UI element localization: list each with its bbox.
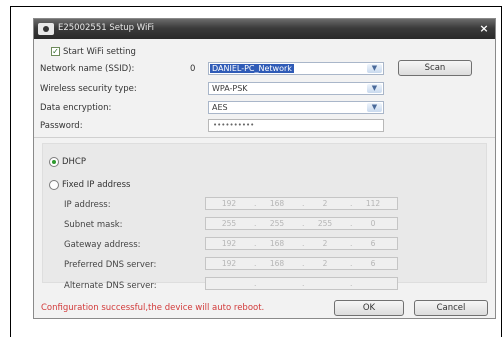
- encryption-select[interactable]: AES ▼: [208, 101, 384, 114]
- ip-octet: 255: [269, 219, 285, 228]
- start-wifi-checkbox[interactable]: ✓: [51, 47, 60, 56]
- chevron-down-icon[interactable]: ▼: [367, 103, 382, 112]
- start-wifi-label: Start WiFi setting: [63, 47, 136, 57]
- ip-address-label: IP address:: [64, 200, 111, 210]
- ip-octet: 168: [269, 239, 285, 248]
- ip-octet: 2: [322, 259, 328, 268]
- frame-top-border: [10, 6, 502, 7]
- network-name-select[interactable]: DANIEL-PC_Network ▼: [208, 62, 384, 75]
- ip-octet: 2: [322, 239, 328, 248]
- security-type-select[interactable]: WPA-PSK ▼: [208, 82, 384, 95]
- network-name-label: Network name (SSID):: [40, 64, 135, 74]
- ip-octet: 6: [370, 259, 376, 268]
- window-title: E25002551 Setup WiFi: [58, 23, 154, 33]
- chevron-down-icon[interactable]: ▼: [367, 84, 382, 93]
- encryption-label: Data encryption:: [40, 103, 112, 113]
- ip-octet: 168: [269, 199, 285, 208]
- close-icon[interactable]: ×: [477, 22, 491, 35]
- status-message: Configuration successful,the device will…: [41, 303, 265, 313]
- security-type-value: WPA-PSK: [212, 84, 248, 93]
- setup-wifi-dialog: E25002551 Setup WiFi × ✓ Start WiFi sett…: [33, 18, 496, 319]
- alternate-dns-field[interactable]: . . .: [205, 277, 398, 290]
- ip-address-field[interactable]: 192. 168. 2. 112: [205, 197, 398, 210]
- dhcp-label: DHCP: [62, 157, 86, 167]
- subnet-mask-label: Subnet mask:: [64, 220, 123, 230]
- ip-octet: 192: [221, 259, 237, 268]
- password-label: Password:: [40, 121, 83, 131]
- ip-octet: 2: [322, 199, 328, 208]
- ip-octet: 192: [221, 239, 237, 248]
- ip-octet: 255: [221, 219, 237, 228]
- ip-octet: 112: [365, 199, 381, 208]
- password-input[interactable]: ••••••••••: [208, 119, 384, 132]
- network-count: 0: [190, 64, 196, 74]
- frame-left-border: [10, 6, 11, 337]
- ip-octet: 168: [269, 259, 285, 268]
- fixed-ip-radio[interactable]: [49, 180, 59, 190]
- dhcp-radio[interactable]: [49, 157, 59, 167]
- ip-octet: 6: [370, 239, 376, 248]
- preferred-dns-label: Preferred DNS server:: [64, 260, 157, 270]
- encryption-value: AES: [212, 103, 228, 112]
- alternate-dns-label: Alternate DNS server:: [64, 281, 157, 291]
- fixed-ip-label: Fixed IP address: [62, 180, 131, 190]
- subnet-mask-field[interactable]: 255. 255. 255. 0: [205, 217, 398, 230]
- cancel-button[interactable]: Cancel: [414, 300, 488, 316]
- security-type-label: Wireless security type:: [40, 84, 137, 94]
- scan-button[interactable]: Scan: [398, 60, 472, 76]
- chevron-down-icon[interactable]: ▼: [367, 64, 382, 73]
- password-value: ••••••••••: [213, 121, 255, 129]
- section-divider: [34, 137, 495, 138]
- ok-button[interactable]: OK: [334, 300, 404, 316]
- router-icon: [38, 23, 54, 35]
- ip-octet: 0: [370, 219, 376, 228]
- title-bar[interactable]: E25002551 Setup WiFi ×: [34, 19, 495, 39]
- gateway-field[interactable]: 192. 168. 2. 6: [205, 237, 398, 250]
- ip-octet: 192: [221, 199, 237, 208]
- gateway-label: Gateway address:: [64, 240, 141, 250]
- preferred-dns-field[interactable]: 192. 168. 2. 6: [205, 257, 398, 270]
- network-name-value: DANIEL-PC_Network: [210, 64, 294, 73]
- ip-octet: 255: [317, 219, 333, 228]
